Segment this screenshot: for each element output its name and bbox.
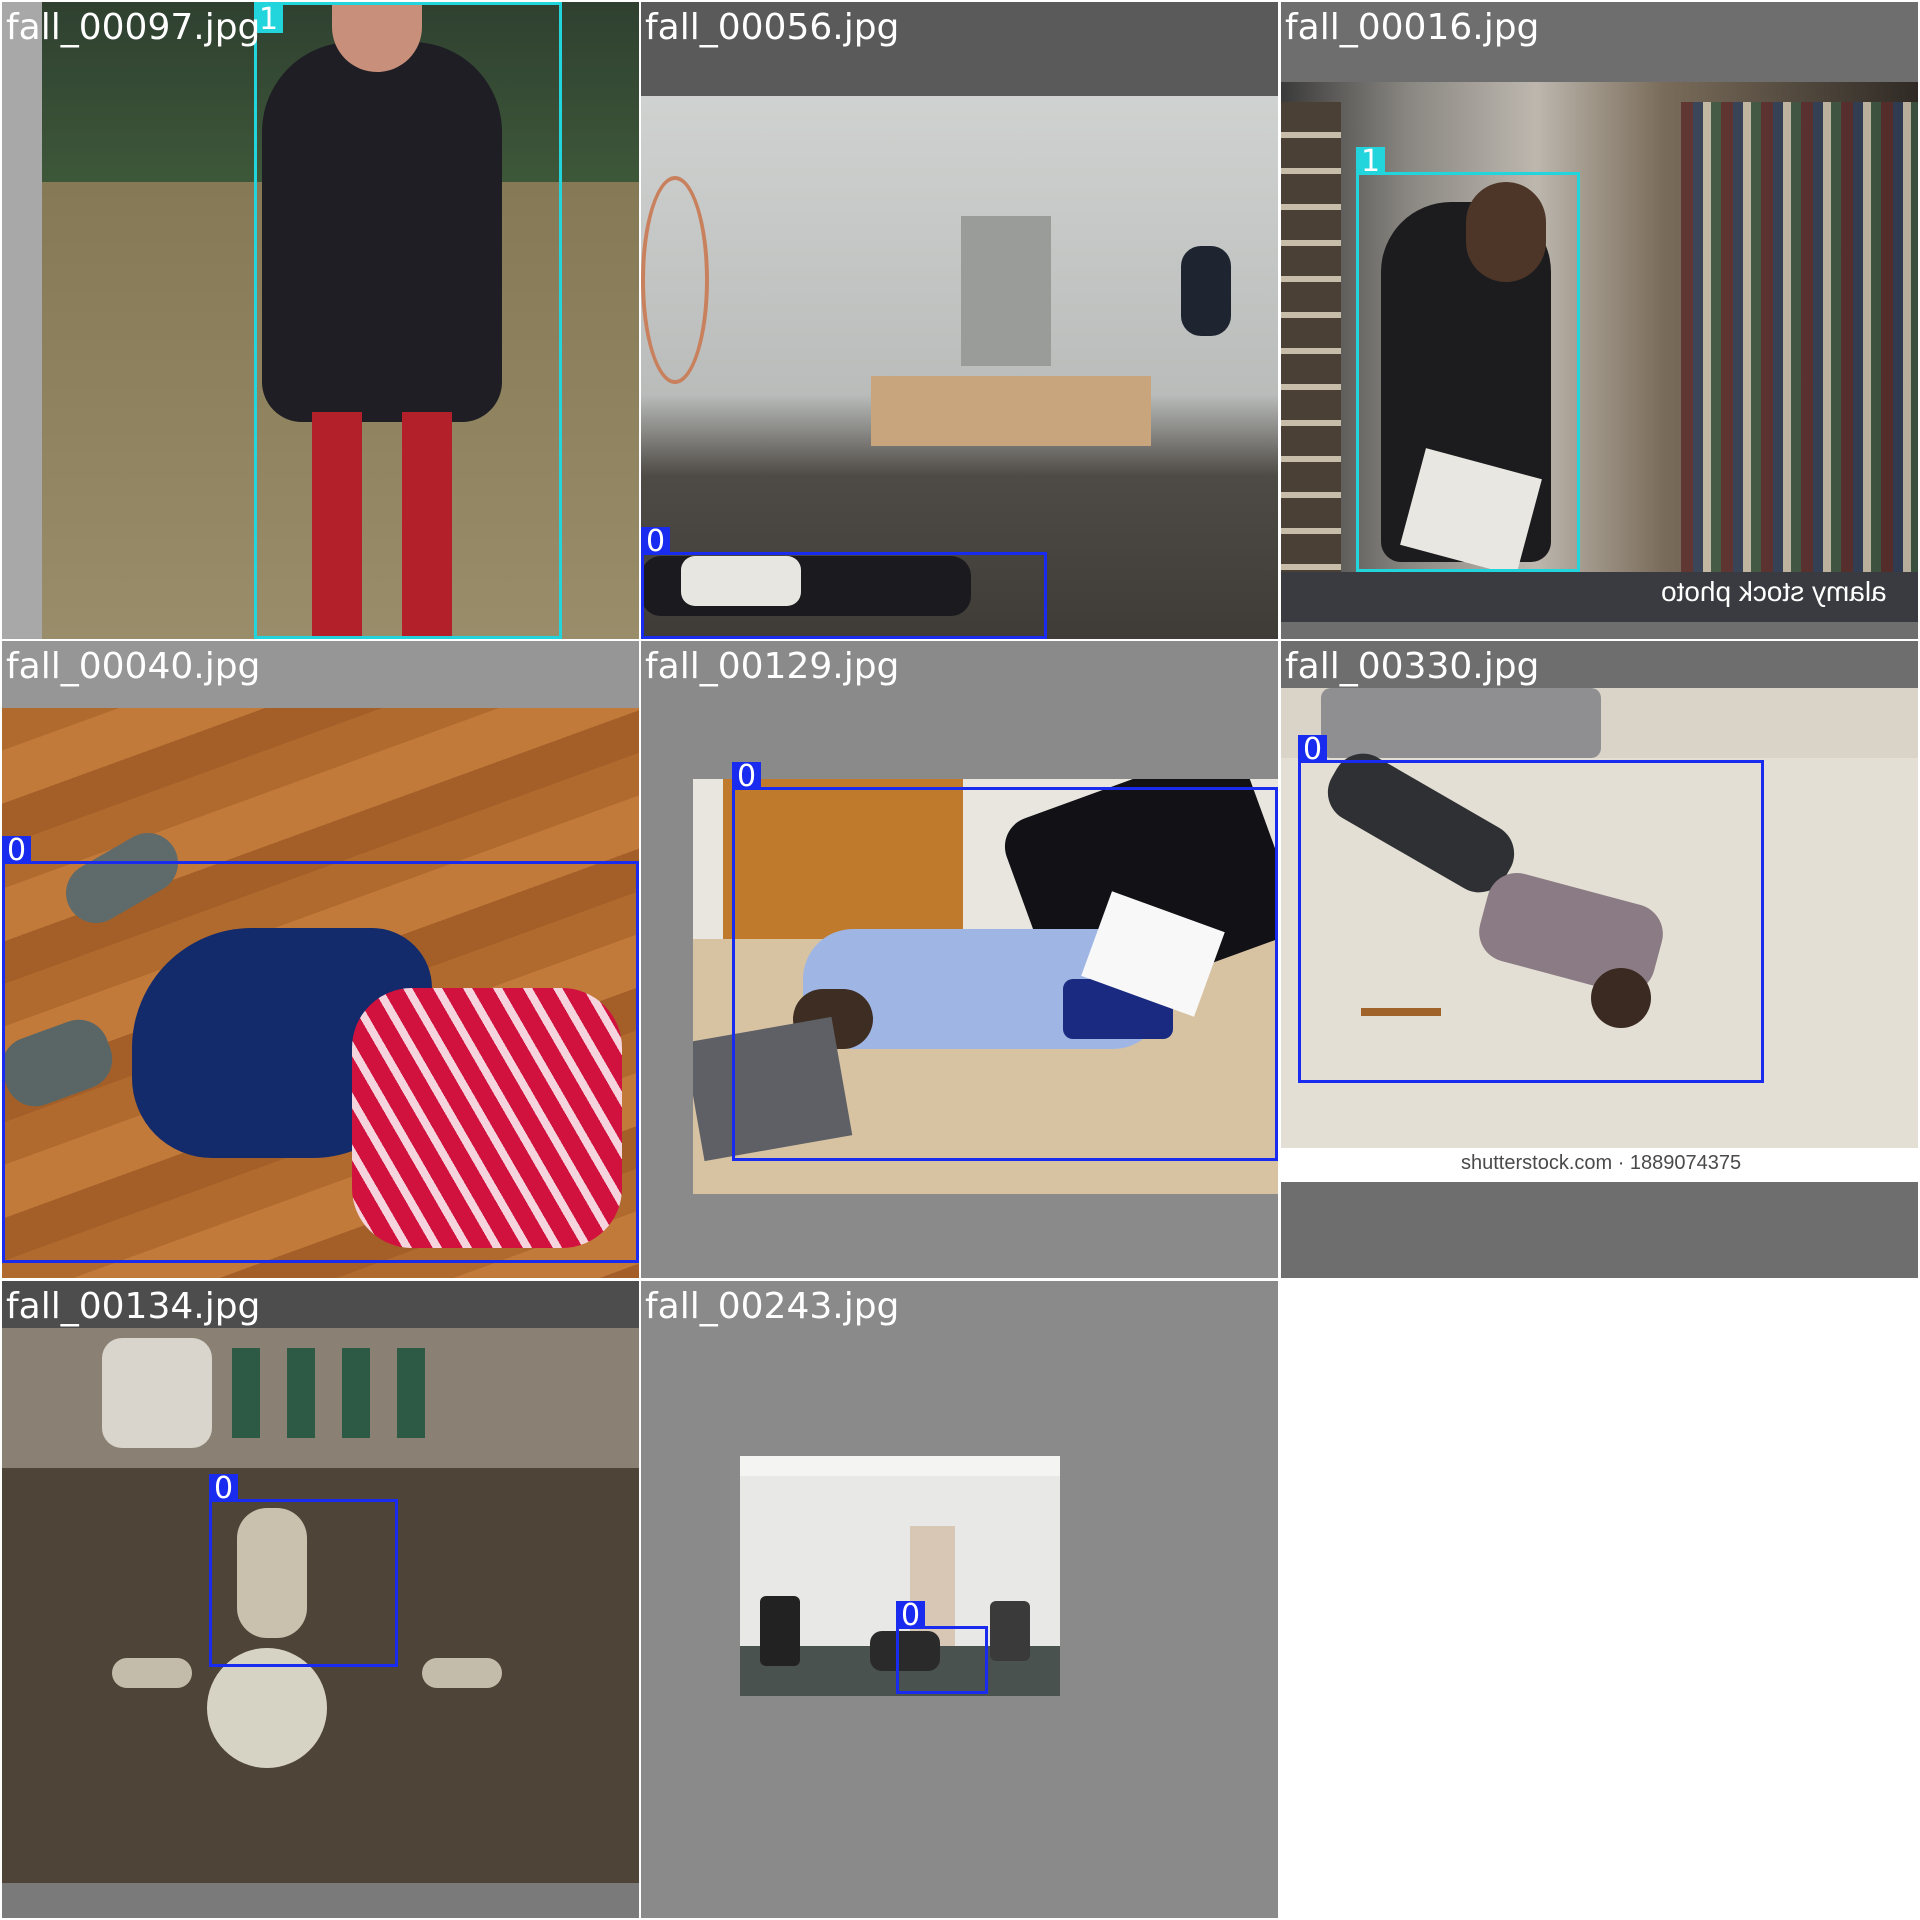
tile-fall-00016: alamy stock photo fall_00016.jpg 1 (1281, 2, 1918, 639)
filename-label: fall_00330.jpg (1285, 646, 1540, 687)
detection-box-class-1: 1 (1356, 147, 1580, 572)
filename-label: fall_00134.jpg (6, 1286, 261, 1327)
filename-label: fall_00056.jpg (645, 7, 900, 48)
class-label: 0 (896, 1601, 926, 1631)
filename-label: fall_00097.jpg (6, 7, 261, 48)
tile-fall-00330: shutterstock.com · 1889074375 fall_00330… (1281, 641, 1918, 1278)
class-label: 0 (2, 836, 32, 866)
filename-label: fall_00040.jpg (6, 646, 261, 687)
detection-box-class-0: 0 (209, 1474, 398, 1667)
tile-fall-00056: fall_00056.jpg 0 (641, 2, 1278, 639)
filename-label: fall_00016.jpg (1285, 7, 1540, 48)
tile-fall-00243: fall_00243.jpg 0 (641, 1281, 1278, 1918)
class-label: 0 (1298, 735, 1328, 765)
watermark-caption: shutterstock.com · 1889074375 (1461, 1152, 1742, 1174)
detection-box-class-0: 0 (1298, 735, 1764, 1083)
tile-fall-00134: fall_00134.jpg 0 (2, 1281, 639, 1918)
class-label: 0 (732, 762, 762, 792)
tile-fall-00097: fall_00097.jpg 1 (2, 2, 639, 639)
detection-mosaic: fall_00097.jpg 1 fall_00056.jpg 0 alamy (0, 0, 1920, 1920)
filename-label: fall_00243.jpg (645, 1286, 900, 1327)
detection-box-class-0: 0 (732, 762, 1278, 1161)
tile-fall-00040: fall_00040.jpg 0 (2, 641, 639, 1278)
watermark-text: alamy stock photo (1661, 576, 1887, 607)
detection-box-class-0: 0 (641, 527, 1047, 639)
detection-box-class-0: 0 (896, 1601, 988, 1694)
class-label: 0 (641, 527, 671, 557)
filename-label: fall_00129.jpg (645, 646, 900, 687)
detection-box-class-1: 1 (254, 2, 562, 639)
class-label: 0 (209, 1474, 239, 1504)
class-label: 1 (1356, 147, 1386, 177)
tile-fall-00129: fall_00129.jpg 0 (641, 641, 1278, 1278)
detection-box-class-0: 0 (2, 836, 639, 1263)
